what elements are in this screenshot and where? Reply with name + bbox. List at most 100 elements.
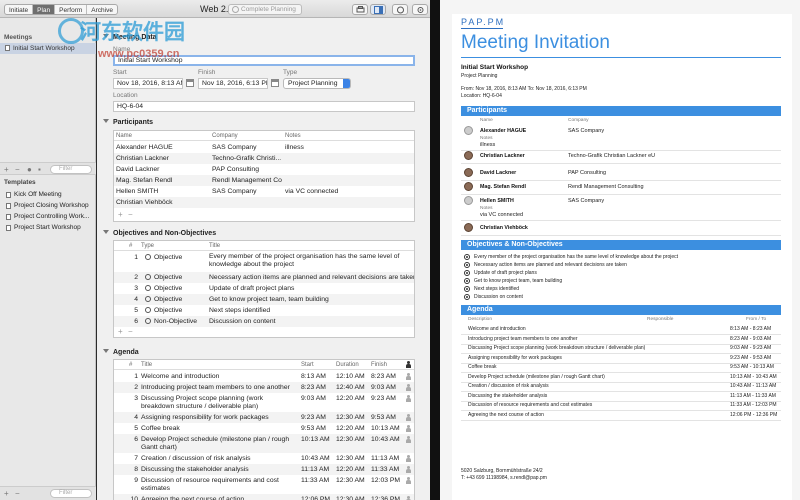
column-header[interactable]: Title	[141, 362, 152, 368]
table-row[interactable]: Christian Viehböck	[114, 197, 414, 208]
watermark-text: 河东软件园	[80, 21, 185, 44]
calendar-icon[interactable]	[271, 79, 279, 87]
meetings-filter-input[interactable]: Filter	[50, 165, 92, 174]
table-row[interactable]: 2 Introducing project team members to one…	[114, 382, 414, 393]
table-row[interactable]: 2 Objective Necessary action items are p…	[114, 272, 414, 283]
action-icon[interactable]: ●	[27, 165, 32, 174]
table-row[interactable]: 1 Welcome and introduction 8:13 AM 12:10 AM…	[114, 371, 414, 382]
agenda-header[interactable]: Agenda	[103, 349, 139, 356]
add-objective-button[interactable]: +	[118, 327, 123, 336]
column-header[interactable]: Title	[209, 243, 220, 249]
objectives-header[interactable]: Objectives and Non-Objectives	[103, 230, 216, 237]
print-preview-panel: PAP.PM Meeting Invitation Initial Start …	[440, 0, 800, 500]
duplicate-icon[interactable]: ▪	[38, 165, 41, 174]
agenda-number: 9	[134, 477, 138, 484]
agenda-title: Agreeing the next course of action	[141, 496, 245, 500]
remove-icon[interactable]: −	[15, 165, 20, 174]
table-row[interactable]: Christian Lackner Techno-Grafik Christi.…	[114, 153, 414, 164]
column-header[interactable]: Name	[116, 133, 132, 139]
person-icon[interactable]	[406, 477, 411, 485]
disclosure-triangle-icon	[103, 119, 109, 123]
column-header[interactable]: Finish	[371, 362, 387, 368]
location-field[interactable]: HQ-6-04	[113, 101, 415, 112]
person-icon[interactable]	[406, 436, 411, 444]
table-row[interactable]: 1 Objective Every member of the project …	[114, 252, 414, 272]
agenda-start: 11:13 AM	[301, 466, 330, 473]
person-icon[interactable]	[406, 425, 411, 433]
person-icon[interactable]	[406, 455, 411, 463]
preview-participant-note: via VC connected	[480, 212, 524, 218]
agenda-duration: 12:30 AM	[336, 496, 365, 500]
table-row[interactable]: David Lackner PAP Consulting	[114, 164, 414, 175]
person-icon[interactable]	[406, 414, 411, 422]
templates-filter-input[interactable]: Filter	[50, 489, 92, 498]
settings-button[interactable]	[412, 4, 428, 15]
table-row[interactable]: Hellen SMITH SAS Company via VC connecte…	[114, 186, 414, 197]
split-divider[interactable]	[430, 0, 440, 500]
start-field[interactable]: Nov 18, 2016, 8:13 AM	[113, 78, 183, 89]
table-row[interactable]: 3 Objective Update of draft project plan…	[114, 283, 414, 294]
sync-button[interactable]	[392, 4, 408, 15]
table-row[interactable]: 6 Develop Project schedule (milestone pla…	[114, 434, 414, 453]
table-row[interactable]: 5 Coffee break 9:53 AM 12:20 AM 10:13 AM	[114, 423, 414, 434]
table-row[interactable]: 7 Creation / discussion of risk analysis 1…	[114, 453, 414, 464]
table-row[interactable]: 10 Agreeing the next course of action 12:0…	[114, 494, 414, 500]
table-row[interactable]: 8 Discussing the stakeholder analysis 11:1…	[114, 464, 414, 475]
type-select[interactable]: Project Planning	[283, 78, 351, 89]
table-row[interactable]: 6 Non-Objective Discussion on content	[114, 316, 414, 327]
location-label: Location	[113, 92, 138, 99]
table-row[interactable]: 9 Discussion of resource requirements and…	[114, 475, 414, 494]
template-item[interactable]: Kick Off Meeting	[0, 190, 96, 201]
person-icon[interactable]	[406, 373, 411, 381]
person-icon[interactable]	[406, 496, 411, 500]
person-icon[interactable]	[406, 395, 411, 403]
add-participant-button[interactable]: +	[118, 210, 123, 219]
person-icon[interactable]	[406, 384, 411, 392]
column-header[interactable]: #	[129, 243, 132, 249]
column-header[interactable]: Start	[301, 362, 314, 368]
table-row[interactable]: Mag. Stefan Rendl Rendl Management Co...	[114, 175, 414, 186]
col-from-to: From / To	[746, 317, 767, 322]
column-header[interactable]: Duration	[336, 362, 359, 368]
participants-header[interactable]: Participants	[103, 119, 153, 126]
table-header: # Title Start Duration Finish	[114, 360, 414, 370]
objective-type: Objective	[145, 254, 207, 262]
col-description: Description	[468, 317, 492, 322]
table-row[interactable]: Alexander HAGUE SAS Company illness	[114, 142, 414, 153]
template-item[interactable]: Project Start Workshop	[0, 223, 96, 234]
agenda-duration: 12:20 AM	[336, 425, 365, 432]
column-header[interactable]: #	[129, 362, 132, 368]
print-button[interactable]	[352, 4, 368, 15]
preview-from-line: From: Nov 18, 2016, 8:13 AM To: Nov 18, …	[461, 86, 587, 92]
complete-planning-button[interactable]: Complete Planning	[228, 4, 302, 15]
remove-participant-button[interactable]: −	[128, 210, 133, 219]
calendar-icon[interactable]	[186, 79, 194, 87]
document-icon	[6, 192, 11, 198]
table-row[interactable]: 5 Objective Next steps identified	[114, 305, 414, 316]
remove-objective-button[interactable]: −	[128, 327, 133, 336]
participant-avatar	[464, 126, 473, 135]
agenda-finish: 10:13 AM	[371, 425, 400, 432]
template-item[interactable]: Project Closing Workshop	[0, 201, 96, 212]
add-icon[interactable]: +	[4, 489, 9, 498]
agenda-number: 10	[130, 496, 138, 500]
objectives-table: # Type Title 1 Objective Every member of…	[113, 240, 415, 338]
agenda-finish: 12:36 PM	[371, 496, 401, 500]
table-row[interactable]: 4 Assigning responsibility for work packa…	[114, 412, 414, 423]
table-row[interactable]: 3 Discussing Project scope planning (work…	[114, 393, 414, 412]
preview-agenda-item: Discussing Project scope planning (work …	[468, 345, 646, 351]
remove-icon[interactable]: −	[15, 489, 20, 498]
column-header[interactable]: Notes	[285, 133, 301, 139]
target-icon	[145, 274, 151, 280]
preview-toggle-button[interactable]	[370, 4, 386, 15]
person-icon[interactable]	[406, 466, 411, 474]
column-header[interactable]: Type	[141, 243, 154, 249]
preview-footer-contact: T: +43 699 11198984, s.rendl@pap.pm	[461, 475, 547, 481]
template-item[interactable]: Project Controlling Work...	[0, 212, 96, 223]
column-header[interactable]: Company	[212, 133, 238, 139]
tab-initiate[interactable]: Initiate	[5, 5, 34, 14]
finish-field[interactable]: Nov 18, 2016, 6:13 PM	[198, 78, 268, 89]
add-icon[interactable]: +	[4, 165, 9, 174]
table-row[interactable]: 4 Objective Get to know project team, te…	[114, 294, 414, 305]
tab-plan[interactable]: Plan	[33, 5, 56, 14]
